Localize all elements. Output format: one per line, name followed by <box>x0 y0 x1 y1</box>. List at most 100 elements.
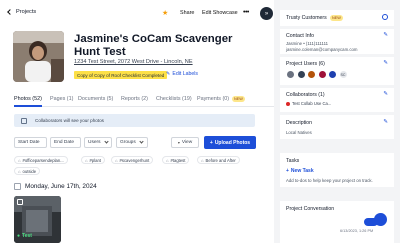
photo-caption-text: Test <box>22 233 32 239</box>
new-task-label: New Task <box>290 168 314 174</box>
pencil-icon[interactable]: ✎ <box>383 119 388 125</box>
tag-label: #officeparsendeplan... <box>22 157 64 163</box>
tag-icon: ⌂ <box>18 168 21 174</box>
contact-name: Jasmine • (111)111111 <box>286 41 329 46</box>
tab-photos[interactable]: Photos (52) <box>14 96 42 102</box>
new-task-button[interactable]: + New Task <box>286 168 314 174</box>
chat-launcher-button[interactable] <box>374 213 387 226</box>
upload-photos-label: Upload Photos <box>214 139 251 146</box>
edit-showcase-button[interactable]: Edit Showcase <box>202 10 238 16</box>
collaborators-title: Collaborators (1) <box>286 92 325 98</box>
users-filter[interactable]: Users <box>84 137 112 148</box>
chevron-left-icon <box>7 9 13 15</box>
description-title: Description <box>286 120 312 126</box>
top-bar: Projects ★ Share Edit Showcase ••• » <box>0 6 274 24</box>
back-to-projects-link[interactable]: Projects <box>7 9 37 15</box>
tag-icon: ⌂ <box>85 157 88 163</box>
plus-icon: + <box>286 168 289 174</box>
trusty-customers-card[interactable]: Trusty Customers NEW <box>280 10 394 26</box>
view-toggle-button[interactable]: ▾ View <box>171 137 199 148</box>
end-date-label: End Date <box>54 140 75 145</box>
tag-icon: ⌂ <box>201 157 204 163</box>
users-filter-label: Users <box>88 140 101 145</box>
project-title: Jasmine's CoCam Scavenger Hunt Test <box>74 33 233 58</box>
collapse-sidebar-button[interactable]: » <box>260 7 273 20</box>
tag-label: outside <box>22 168 37 174</box>
tag-chip[interactable]: ⌂ Before and After <box>197 156 240 164</box>
avatar[interactable] <box>317 70 327 79</box>
tag-chip[interactable]: ⌂ outside <box>14 167 41 175</box>
contact-info-title: Contact Info <box>286 33 314 39</box>
collaborator-chip[interactable]: Test Collab Use Ca... <box>286 101 331 106</box>
tasks-title: Tasks <box>286 158 300 164</box>
pencil-icon[interactable]: ✎ <box>383 60 388 66</box>
info-icon <box>21 117 27 124</box>
edit-labels-button[interactable]: ✎ Edit Labels <box>166 71 198 77</box>
avatar[interactable] <box>328 70 337 79</box>
start-date-label: Start Date <box>18 140 40 145</box>
photo-select-checkbox[interactable] <box>17 199 23 205</box>
avatar-initials[interactable]: SC <box>338 70 348 79</box>
tag-chip[interactable]: ⌂ #tagtest <box>162 156 190 164</box>
tag-label: #tagtest <box>170 157 186 163</box>
share-button[interactable]: Share <box>180 10 194 16</box>
tab-checklists[interactable]: Checklists (19) <box>156 96 192 102</box>
view-icon: ▾ <box>177 140 180 145</box>
photo-caption: ● Test <box>17 233 32 239</box>
select-date-checkbox[interactable] <box>14 183 21 190</box>
tag-chip[interactable]: ⌂ #scavengerhunt <box>111 156 154 164</box>
contact-email[interactable]: jasmine.coleman@companycam.com <box>286 47 357 52</box>
star-icon[interactable]: ★ <box>162 9 168 17</box>
active-tab-indicator <box>14 105 42 107</box>
user-avatars: SC <box>286 70 348 79</box>
date-group-header: Monday, June 17th, 2024 <box>14 183 97 190</box>
tag-icon: ⌂ <box>18 157 21 163</box>
tab-documents[interactable]: Documents (5) <box>78 96 113 102</box>
trusty-new-badge: NEW <box>330 15 343 21</box>
collaborator-name: Test Collab Use Ca... <box>292 101 332 106</box>
groups-filter-label: Groups <box>120 140 136 145</box>
content-tabs: Photos (52) Pages (1) Documents (5) Repo… <box>14 96 274 107</box>
project-users-card: Project Users (6) ✎ SC <box>280 57 394 85</box>
chevron-down-icon <box>103 139 109 144</box>
expand-icon[interactable] <box>382 14 388 20</box>
contact-info-card: Contact Info ✎ Jasmine • (111)111111 jas… <box>280 29 394 54</box>
conversation-timestamp: 6/13/2023, 1:26 PM <box>340 229 374 233</box>
pencil-icon[interactable]: ✎ <box>383 91 388 97</box>
tag-label: #plant <box>89 157 101 163</box>
double-chevron-right-icon: » <box>264 10 269 17</box>
tag-chip[interactable]: ⌂ #plant <box>81 156 105 164</box>
project-address-link[interactable]: 1234 Test Street, 2072 West Drive - Linc… <box>74 59 193 65</box>
start-date-filter[interactable]: Start Date <box>14 137 47 148</box>
collaborators-notice-text: Collaborators will see your photos <box>35 117 104 123</box>
tag-chip[interactable]: ⌂ #officeparsendeplan... <box>14 156 68 164</box>
date-group-label: Monday, June 17th, 2024 <box>25 183 97 190</box>
tag-label: Before and After <box>205 157 236 163</box>
tab-payments[interactable]: Payments (0) <box>197 96 229 102</box>
end-date-filter[interactable]: End Date <box>50 137 81 148</box>
avatar[interactable] <box>286 70 295 79</box>
tab-pages[interactable]: Pages (1) <box>50 96 73 102</box>
plus-icon: + <box>209 139 213 146</box>
tag-icon: ⌂ <box>115 157 118 163</box>
project-label-badge: Copy of Copy of Roof Checklist Completed <box>74 71 168 79</box>
more-options-button[interactable]: ••• <box>243 9 249 16</box>
avatar[interactable] <box>307 70 316 79</box>
edit-labels-text: Edit Labels <box>172 71 199 77</box>
tasks-hint: Add to-dos to help keep your project on … <box>286 178 373 183</box>
avatar[interactable] <box>296 70 306 79</box>
location-pin-icon: ● <box>17 233 21 239</box>
back-label: Projects <box>16 9 37 15</box>
tag-icon: ⌂ <box>166 157 169 163</box>
tab-reports[interactable]: Reports (2) <box>121 96 148 102</box>
project-users-title: Project Users (6) <box>286 61 325 67</box>
photo-tile[interactable]: ● Test <box>14 196 61 243</box>
chevron-down-icon <box>139 139 144 144</box>
project-thumbnail <box>13 31 64 82</box>
project-conversation-title: Project Conversation <box>286 206 335 212</box>
upload-photos-button[interactable]: + Upload Photos <box>204 136 256 149</box>
pencil-icon[interactable]: ✎ <box>383 32 388 38</box>
description-value: Local Natives <box>286 130 312 135</box>
groups-filter[interactable]: Groups <box>116 137 148 148</box>
pencil-icon: ✎ <box>166 71 171 77</box>
